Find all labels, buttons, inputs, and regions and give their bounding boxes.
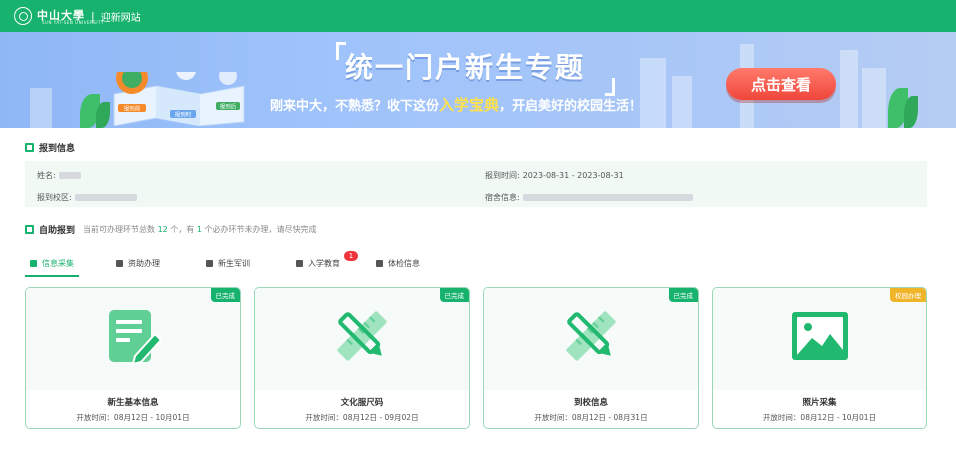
view-now-button[interactable]: 点击查看: [726, 68, 836, 100]
total-steps-count: 12: [157, 225, 168, 234]
card-open-time: 开放时间：08月12日 - 08月31日: [534, 413, 648, 422]
tab-orientation[interactable]: 入学教育 1: [296, 248, 358, 278]
status-badge: 已完成: [210, 288, 240, 302]
banner-subtitle: 刚来中大，不熟悉？收下这份入学宝典，开启美好的校园生活！: [270, 94, 642, 115]
report-time-value: 2023-08-31 - 2023-08-31: [522, 171, 624, 180]
map-tag-before: 报到前: [124, 105, 141, 113]
dorm-value-redacted: [522, 194, 693, 201]
tab-icon: [296, 259, 303, 267]
tab-label: 资助办理: [128, 258, 160, 268]
image-icon: [791, 312, 848, 360]
site-title[interactable]: 迎新网站: [101, 9, 141, 24]
step-tabs: 信息采集 资助办理 新生军训 入学教育 1 体检信息: [25, 248, 420, 278]
tab-label: 入学教育: [308, 258, 340, 268]
building-decoration: [672, 76, 692, 128]
notification-badge: 1: [344, 251, 358, 261]
self-service-icon: [25, 225, 34, 234]
tab-health-check[interactable]: 体检信息: [376, 248, 420, 278]
university-logo-subtext: SUN YAT-SEN UNIVERSITY: [42, 20, 104, 25]
pending-steps-count: 1: [196, 225, 202, 234]
banner-title: 统一门户新生专题: [345, 51, 586, 84]
report-time-label: 报到时间:: [485, 171, 520, 180]
campus-label: 报到校区:: [37, 193, 72, 202]
tab-icon: [206, 259, 213, 267]
name-label: 姓名:: [37, 171, 56, 180]
campus-value-redacted: [74, 194, 137, 201]
status-badge: 校园办理: [890, 288, 926, 302]
card-title: 照片采集: [802, 398, 837, 408]
card-arrival-info[interactable]: 已完成 到校信息 开放时间：08月12日 - 08月31日: [483, 287, 699, 429]
card-basic-info[interactable]: 已完成 新生基本信息 开放时间：08月12日 - 10月01日: [25, 287, 241, 429]
tab-military-training[interactable]: 新生军训: [206, 248, 250, 278]
status-badge: 已完成: [668, 288, 698, 302]
self-service-note: 当前可办理环节总数 12 个，有 1 个必办环节未办理，请尽快完成: [83, 224, 316, 235]
tab-icon: [30, 259, 37, 267]
tab-label: 新生军训: [218, 258, 250, 268]
building-decoration: [862, 68, 886, 128]
banner-subtitle-pre: 刚来中大，不熟悉？收下这份: [270, 99, 440, 114]
tab-label: 信息采集: [42, 258, 74, 268]
report-time-row: 报到时间: 2023-08-31 - 2023-08-31: [485, 170, 624, 181]
edit-document-icon: [109, 310, 161, 366]
building-decoration: [30, 88, 52, 128]
top-bar: 中山大學 SUN YAT-SEN UNIVERSITY | 迎新网站: [0, 0, 956, 32]
status-badge: 已完成: [439, 288, 469, 302]
tab-financial-aid[interactable]: 资助办理: [116, 248, 160, 278]
card-photo-collection[interactable]: 校园办理 照片采集 开放时间：08月12日 - 10月01日: [712, 287, 927, 429]
self-service-heading: 自助报到: [39, 226, 76, 236]
card-open-time: 开放时间：08月12日 - 09月02日: [305, 413, 419, 422]
report-info-panel: 姓名: 报到校区: 报到时间: 2023-08-31 - 2023-08-31 …: [25, 161, 927, 207]
leaf-decoration: [96, 102, 110, 128]
report-info-header: 报到信息: [25, 141, 75, 154]
campus-row: 报到校区:: [37, 192, 137, 203]
card-uniform-size[interactable]: 已完成 文化服尺码 开放时间：08月12日 - 09月02日: [254, 287, 470, 429]
card-open-time: 开放时间：08月12日 - 10月01日: [76, 413, 190, 422]
campus-map-icon: 报到前 报到时 报到后: [113, 72, 245, 126]
note-mid: 个，有: [170, 225, 195, 234]
university-seal-icon[interactable]: [14, 7, 32, 25]
card-title: 新生基本信息: [107, 398, 159, 408]
ruler-pencil-icon: [566, 311, 616, 361]
name-row: 姓名:: [37, 170, 81, 181]
banner-subtitle-highlight: 入学宝典: [439, 96, 500, 114]
name-value-redacted: [58, 172, 81, 179]
banner-subtitle-post: ，开启美好的校园生活！: [499, 99, 643, 114]
leaf-decoration: [904, 96, 918, 128]
dorm-row: 宿舍信息:: [485, 192, 693, 203]
self-service-header: 自助报到 当前可办理环节总数 12 个，有 1 个必办环节未办理，请尽快完成: [25, 223, 316, 236]
promo-banner[interactable]: 报到前 报到时 报到后 统一门户新生专题 刚来中大，不熟悉？收下这份入学宝典，开…: [0, 32, 956, 128]
tab-label: 体检信息: [388, 258, 420, 268]
tab-info-collection[interactable]: 信息采集: [25, 248, 79, 278]
tab-icon: [116, 259, 123, 267]
map-tag-during: 报到时: [175, 111, 192, 119]
dorm-label: 宿舍信息:: [485, 193, 520, 202]
note-pre: 当前可办理环节总数: [83, 225, 156, 234]
ruler-pencil-icon: [337, 311, 387, 361]
card-title: 到校信息: [573, 398, 608, 408]
report-info-heading: 报到信息: [39, 144, 76, 154]
building-decoration: [840, 50, 858, 128]
building-decoration: [640, 58, 666, 128]
map-tag-after: 报到后: [220, 103, 237, 111]
tab-icon: [376, 259, 383, 267]
note-post: 个必办环节未办理，请尽快完成: [204, 225, 317, 234]
report-info-icon: [25, 143, 34, 152]
card-open-time: 开放时间：08月12日 - 10月01日: [762, 413, 877, 422]
card-title: 文化服尺码: [340, 398, 384, 408]
